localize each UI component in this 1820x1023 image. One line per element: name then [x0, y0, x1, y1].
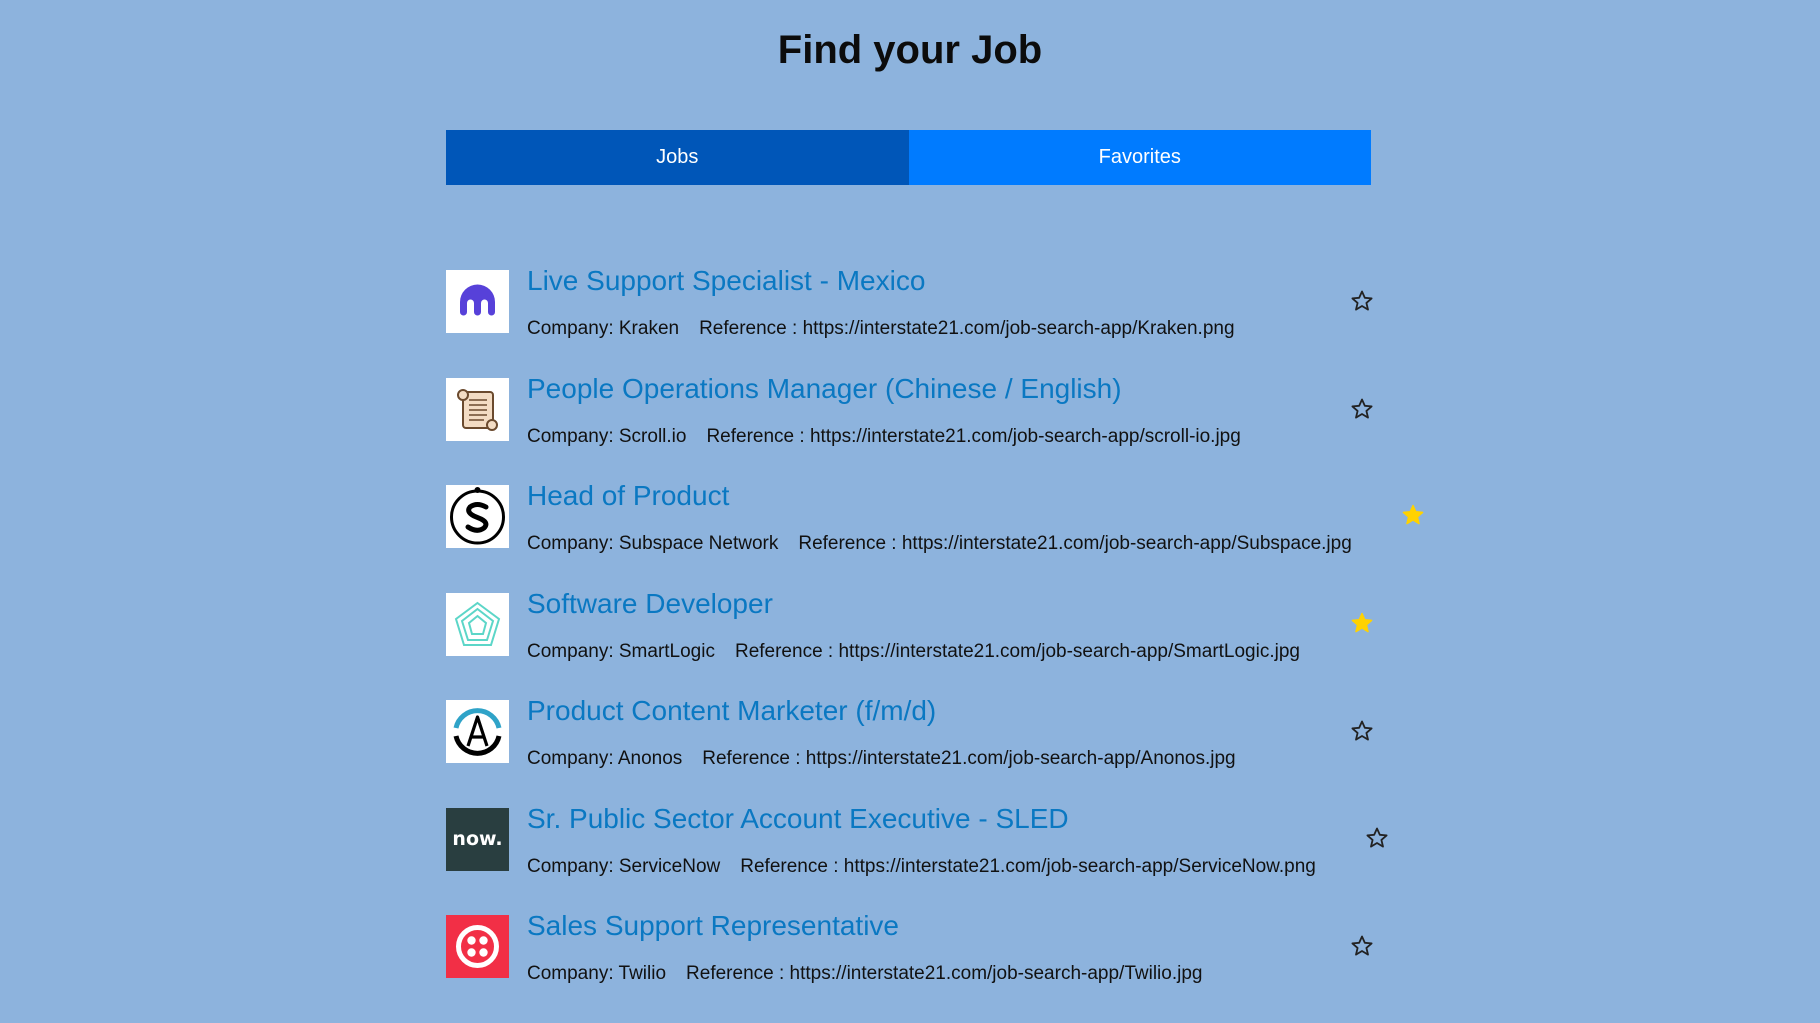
tab-favorites[interactable]: Favorites: [908, 130, 1371, 185]
job-title-link[interactable]: Sr. Public Sector Account Executive - SL…: [527, 803, 1069, 835]
favorite-star-icon[interactable]: [1365, 826, 1389, 850]
favorite-star-icon[interactable]: [1401, 503, 1425, 527]
job-list-item: Software Developer Company: SmartLogic Re…: [446, 588, 1446, 701]
reference-url: Reference : https://interstate21.com/job…: [734, 640, 1300, 662]
job-list-item: Head of Product Company: Subspace Networ…: [446, 480, 1446, 593]
anonos-logo-icon: [446, 700, 509, 763]
subspace-logo-icon: [446, 485, 509, 548]
job-meta: Company: ServiceNow Reference : https://i…: [527, 856, 1316, 878]
job-title-link[interactable]: Sales Support Representative: [527, 910, 899, 942]
job-meta: Company: Anonos Reference : https://inter…: [527, 748, 1236, 770]
job-title-link[interactable]: Software Developer: [527, 588, 773, 620]
favorite-star-icon[interactable]: [1350, 397, 1374, 421]
company-name: Company: Subspace Network: [527, 533, 779, 554]
job-meta: Company: Scroll.io Reference : https://in…: [527, 426, 1241, 448]
page-title: Find your Job: [777, 28, 1043, 72]
company-name: Company: SmartLogic: [527, 640, 715, 662]
company-name: Company: Scroll.io: [527, 425, 687, 447]
job-title-link[interactable]: People Operations Manager (Chinese / Eng…: [527, 373, 1122, 405]
tab-jobs[interactable]: Jobs: [446, 130, 909, 185]
servicenow-logo-icon: now.: [446, 807, 509, 871]
favorite-star-icon[interactable]: [1350, 611, 1374, 635]
tab-bar: Jobs Favorites: [446, 130, 1371, 185]
job-list-item: Product Content Marketer (f/m/d) Company…: [446, 695, 1446, 808]
reference-url: Reference : https://interstate21.com/job…: [740, 855, 1316, 877]
job-list-item: People Operations Manager (Chinese / Eng…: [446, 373, 1446, 486]
reference-url: Reference : https://interstate21.com/job…: [706, 425, 1241, 447]
smartlogic-logo-icon: [446, 592, 509, 656]
reference-url: Reference : https://interstate21.com/job…: [686, 963, 1203, 984]
job-list-item: Sales Support Representative Company: Tw…: [446, 910, 1446, 1023]
company-name: Company: Anonos: [527, 748, 683, 769]
job-list-item: Live Support Specialist - Mexico Company…: [446, 265, 1446, 378]
company-name: Company: Twilio: [527, 963, 667, 984]
job-meta: Company: Subspace Network Reference : htt…: [527, 533, 1352, 555]
job-meta: Company: SmartLogic Reference : https://i…: [527, 641, 1300, 663]
job-meta: Company: Kraken Reference : https://inter…: [527, 318, 1235, 340]
favorite-star-icon[interactable]: [1350, 934, 1374, 958]
favorite-star-icon[interactable]: [1350, 719, 1374, 743]
reference-url: Reference : https://interstate21.com/job…: [798, 533, 1352, 554]
favorite-star-icon[interactable]: [1350, 289, 1374, 313]
job-list-item: now. Sr. Public Sector Account Executive…: [446, 803, 1446, 916]
company-name: Company: Kraken: [527, 318, 680, 339]
job-title-link[interactable]: Product Content Marketer (f/m/d): [527, 695, 936, 727]
job-list: Live Support Specialist - Mexico Company…: [446, 265, 1446, 1023]
scroll-logo-icon: [446, 377, 509, 441]
twilio-logo-icon: [446, 915, 509, 978]
job-title-link[interactable]: Head of Product: [527, 480, 729, 512]
job-meta: Company: Twilio Reference : https://inter…: [527, 963, 1202, 985]
reference-url: Reference : https://interstate21.com/job…: [702, 748, 1236, 769]
company-name: Company: ServiceNow: [527, 855, 721, 877]
reference-url: Reference : https://interstate21.com/job…: [699, 318, 1235, 339]
job-title-link[interactable]: Live Support Specialist - Mexico: [527, 265, 925, 297]
kraken-logo-icon: [446, 270, 509, 333]
